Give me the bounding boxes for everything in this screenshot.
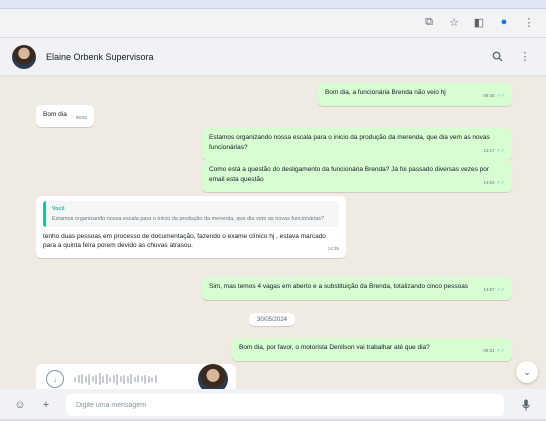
message-outgoing[interactable]: Estamos organizando nossa escala para o … <box>202 128 512 160</box>
message-composer: ☺ + <box>0 389 546 421</box>
message-incoming-reply[interactable]: Você Estamos organizando nossa escala pa… <box>36 196 346 258</box>
message-text: Bom dia <box>43 111 67 118</box>
chat-area[interactable]: Bom dia, a funcionária Brenda não veio h… <box>0 76 546 389</box>
message-time: 14:04 <box>483 179 495 185</box>
chevron-down-icon: ⌄ <box>523 366 531 377</box>
scroll-down-button[interactable]: ⌄ <box>516 361 538 383</box>
message-incoming[interactable]: Bom dia 09:52 <box>36 105 94 127</box>
read-ticks-icon: ✓✓ <box>496 287 505 293</box>
read-ticks-icon: ✓✓ <box>496 179 505 186</box>
message-time: 09:52 <box>75 115 87 120</box>
quote-author: Você <box>52 206 65 212</box>
contact-name[interactable]: Elaine Orbenk Supervisora <box>46 52 478 62</box>
message-text: Como está a questão do desligamento da f… <box>209 166 490 183</box>
message-meta: 09:34 ✓✓ <box>483 91 505 102</box>
plus-icon[interactable]: + <box>38 397 54 413</box>
message-meta: 14:57 ✓✓ <box>483 285 505 296</box>
quote-text: Estamos organizando nossa escala para o … <box>52 215 325 222</box>
message-text: Estamos organizando nossa escala para o … <box>209 134 490 151</box>
message-time: 14:57 <box>483 287 495 292</box>
read-ticks-icon: ✓✓ <box>496 147 505 154</box>
emoji-icon[interactable]: ☺ <box>12 397 28 413</box>
screen-cast-icon[interactable]: ⧉ <box>422 15 436 29</box>
message-text: Bom dia, por favor, o motorista Denilson… <box>239 344 430 351</box>
quoted-message[interactable]: Você Estamos organizando nossa escala pa… <box>43 201 339 227</box>
message-text: Bom dia, a funcionária Brenda não veio h… <box>325 89 446 96</box>
download-icon[interactable]: ↓ <box>46 370 64 388</box>
more-vert-icon[interactable]: ⋮ <box>516 48 534 66</box>
contact-avatar[interactable] <box>12 44 36 69</box>
message-text: Sim, mas temos 4 vagas em aberto e a sub… <box>209 283 469 290</box>
message-outgoing[interactable]: Bom dia, por favor, o motorista Denilson… <box>232 338 512 361</box>
read-ticks-icon: ✓✓ <box>496 93 505 99</box>
browser-tab-strip <box>0 0 546 9</box>
profile-icon[interactable]: ● <box>497 15 511 29</box>
more-vert-icon[interactable]: ⋮ <box>522 15 536 29</box>
message-meta: 13:17 ✓✓ <box>483 146 505 157</box>
message-time: 09:34 <box>483 93 495 98</box>
message-text: tenho duas pessoas em processo de docume… <box>43 232 326 250</box>
message-time: 14:35 <box>327 246 339 251</box>
sidebar-icon[interactable]: ◧ <box>472 15 486 29</box>
voice-message[interactable]: ↓ <box>36 364 236 389</box>
star-icon[interactable]: ☆ <box>447 15 461 29</box>
message-outgoing[interactable]: Sim, mas temos 4 vagas em aberto e a sub… <box>202 277 512 300</box>
date-separator: 30/05/2024 <box>249 313 295 326</box>
audio-waveform[interactable] <box>74 373 157 385</box>
chat-header[interactable]: Elaine Orbenk Supervisora ⋮ <box>0 38 546 76</box>
message-meta: 14:04 ✓✓ <box>483 178 505 189</box>
message-outgoing[interactable]: Bom dia, a funcionária Brenda não veio h… <box>318 83 512 106</box>
message-meta: 08:31 ✓✓ <box>483 346 505 357</box>
read-ticks-icon: ✓✓ <box>496 348 505 354</box>
mic-icon[interactable] <box>518 397 534 413</box>
message-outgoing[interactable]: Como está a questão do desligamento da f… <box>202 160 512 192</box>
message-input[interactable] <box>66 394 504 416</box>
browser-toolbar: ⧉ ☆ ◧ ● ⋮ <box>0 9 546 38</box>
message-time: 13:17 <box>483 147 495 153</box>
search-icon[interactable] <box>488 48 506 66</box>
sender-avatar <box>198 364 228 389</box>
message-time: 08:31 <box>483 348 495 353</box>
